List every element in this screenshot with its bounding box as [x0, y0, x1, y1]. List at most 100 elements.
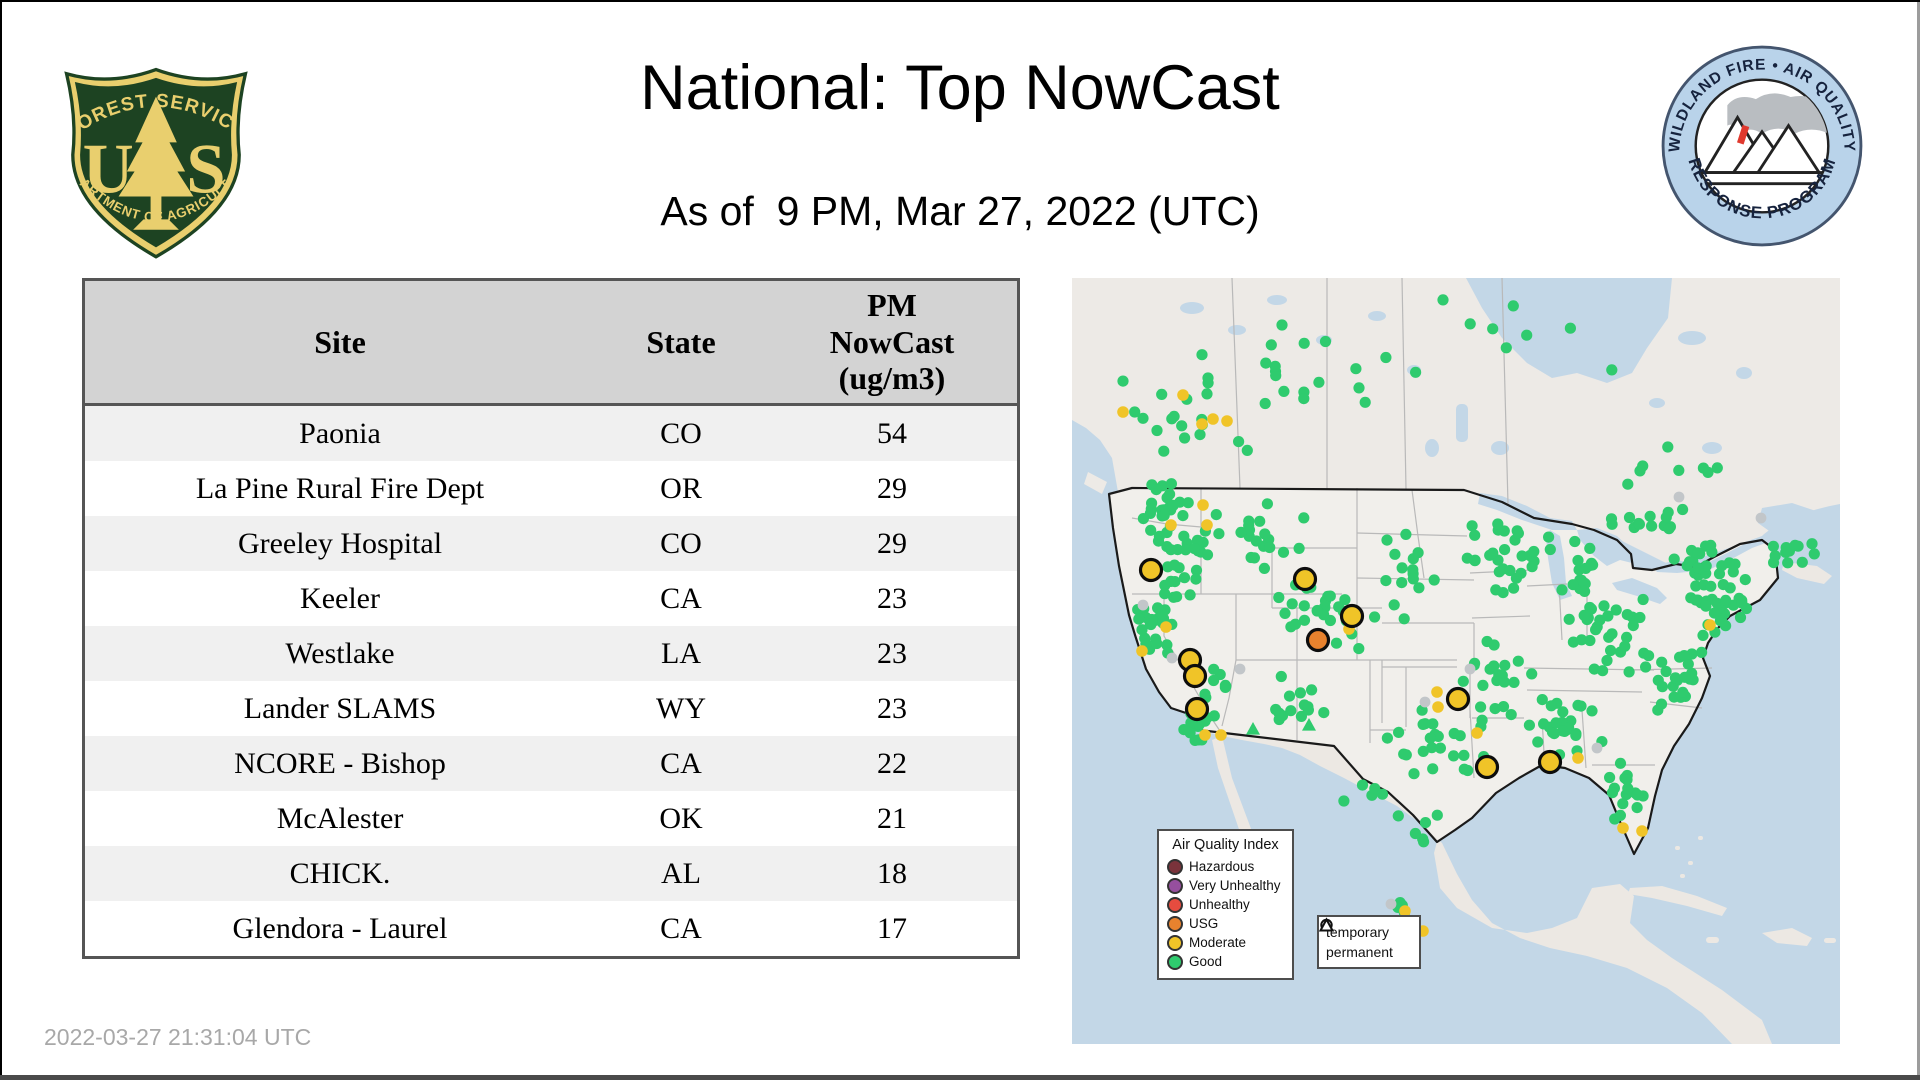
good-site-dot [1306, 684, 1318, 696]
good-site-dot [1580, 562, 1592, 574]
good-site-dot [1129, 406, 1141, 418]
good-site-dot [1389, 548, 1401, 560]
cell-state: CO [660, 416, 702, 450]
good-site-dot [1393, 726, 1405, 738]
site-marker [1445, 686, 1471, 712]
good-site-dot [1655, 698, 1668, 710]
good-site-dot [1634, 611, 1646, 624]
good-site-dot [1678, 650, 1690, 662]
good-site-dot [1780, 546, 1792, 558]
good-site-dot [1563, 613, 1575, 625]
good-site-dot [1487, 323, 1499, 335]
good-site-dot [1602, 610, 1614, 622]
nodata-site-dot [1137, 599, 1149, 611]
moderate-site-dot [1431, 686, 1443, 698]
cell-site: La Pine Rural Fire Dept [195, 471, 485, 505]
good-site-dot [1705, 580, 1717, 592]
moderate-site-dot [1201, 519, 1213, 531]
good-site-dot [1179, 432, 1191, 444]
nodata-site-dot [1464, 663, 1476, 675]
good-site-dot [1544, 543, 1556, 556]
moderate-site-dot [1617, 822, 1629, 834]
generated-timestamp: 2022-03-27 21:31:04 UTC [44, 1024, 312, 1050]
good-site-dot [1679, 671, 1691, 683]
good-site-dot [1233, 436, 1245, 448]
hazardous-swatch-icon [1167, 858, 1183, 875]
nodata-site-dot [1591, 742, 1603, 754]
good-site-dot [1276, 319, 1288, 331]
good-site-dot [1720, 594, 1732, 606]
moderate-site-dot [1160, 621, 1172, 633]
good-site-dot [1767, 540, 1779, 552]
very_unhealthy-swatch-icon [1167, 877, 1183, 894]
cell-pm-value: 54 [877, 416, 907, 450]
table-row: McAlester OK 21 [83, 791, 1019, 846]
good-site-dot [1692, 562, 1704, 574]
good-site-dot [1434, 742, 1446, 754]
good-site-dot [1597, 665, 1609, 677]
good-site-dot [1488, 660, 1500, 672]
moderate-site-dot [1199, 729, 1211, 741]
cell-site: Glendora - Laurel [232, 911, 448, 945]
permanent-label: permanent [1326, 944, 1393, 960]
good-site-dot [1621, 774, 1633, 786]
good-site-dot [1417, 745, 1429, 757]
good-site-dot [1646, 520, 1658, 532]
good-site-dot [1606, 628, 1618, 640]
good-site-dot [1298, 600, 1310, 612]
good-site-dot [1523, 719, 1535, 731]
good-site-dot [1133, 613, 1145, 625]
good-site-dot [1668, 691, 1680, 703]
good-site-dot [1505, 709, 1517, 721]
moderate-site-dot [1215, 729, 1227, 741]
cell-pm-value: 23 [877, 691, 907, 725]
good-site-dot [1261, 498, 1273, 510]
good-site-dot [1184, 589, 1196, 601]
good-site-dot [1508, 582, 1520, 594]
good-site-dot [1410, 366, 1422, 378]
good-site-dot [1396, 577, 1408, 589]
good-site-dot [1499, 659, 1511, 671]
good-site-dot [1277, 546, 1290, 558]
good-site-dot [1696, 646, 1708, 658]
table-row: Greeley Hospital CO 29 [83, 516, 1019, 571]
cell-pm-value: 21 [877, 801, 907, 835]
good-site-dot [1578, 609, 1590, 621]
good-site-dot [1196, 349, 1208, 361]
good-site-dot [1311, 605, 1323, 617]
good-site-dot [1294, 687, 1306, 699]
good-site-dot [1407, 573, 1419, 585]
page-subtitle: As of 9 PM, Mar 27, 2022 (UTC) [660, 188, 1260, 234]
cell-pm-value: 23 [877, 636, 907, 670]
good-site-dot [1258, 562, 1270, 574]
good-site-dot [1458, 749, 1470, 761]
good-site-dot [1178, 530, 1190, 542]
good-site-dot [1201, 549, 1214, 561]
good-site-dot [1605, 644, 1617, 657]
good-site-dot [1622, 478, 1634, 490]
aqi-legend-item: Unhealthy [1167, 895, 1284, 914]
good-site-dot [1313, 376, 1325, 388]
good-site-dot [1557, 706, 1569, 718]
good-site-dot [1293, 542, 1305, 554]
good-site-dot [1137, 513, 1149, 525]
good-site-dot [1171, 591, 1183, 603]
good-site-dot [1409, 827, 1421, 840]
nodata-site-dot [1166, 652, 1178, 664]
good-site-dot [1359, 396, 1371, 408]
good-site-dot [1151, 424, 1163, 437]
good-site-dot [1245, 551, 1257, 564]
good-site-dot [1167, 499, 1179, 511]
good-site-dot [1190, 573, 1202, 585]
good-site-dot [1298, 512, 1310, 524]
site-marker [1305, 627, 1331, 653]
good-site-dot [1528, 545, 1540, 558]
good-site-dot [1604, 771, 1616, 784]
good-site-dot [1264, 541, 1276, 554]
table-header-row: Site State PM NowCast (ug/m3) [83, 279, 1019, 406]
good-site-dot [1427, 763, 1439, 775]
good-site-dot [1550, 717, 1562, 729]
moderate-site-dot [1572, 752, 1584, 764]
cell-state: WY [656, 691, 706, 725]
good-site-dot [1734, 611, 1747, 624]
